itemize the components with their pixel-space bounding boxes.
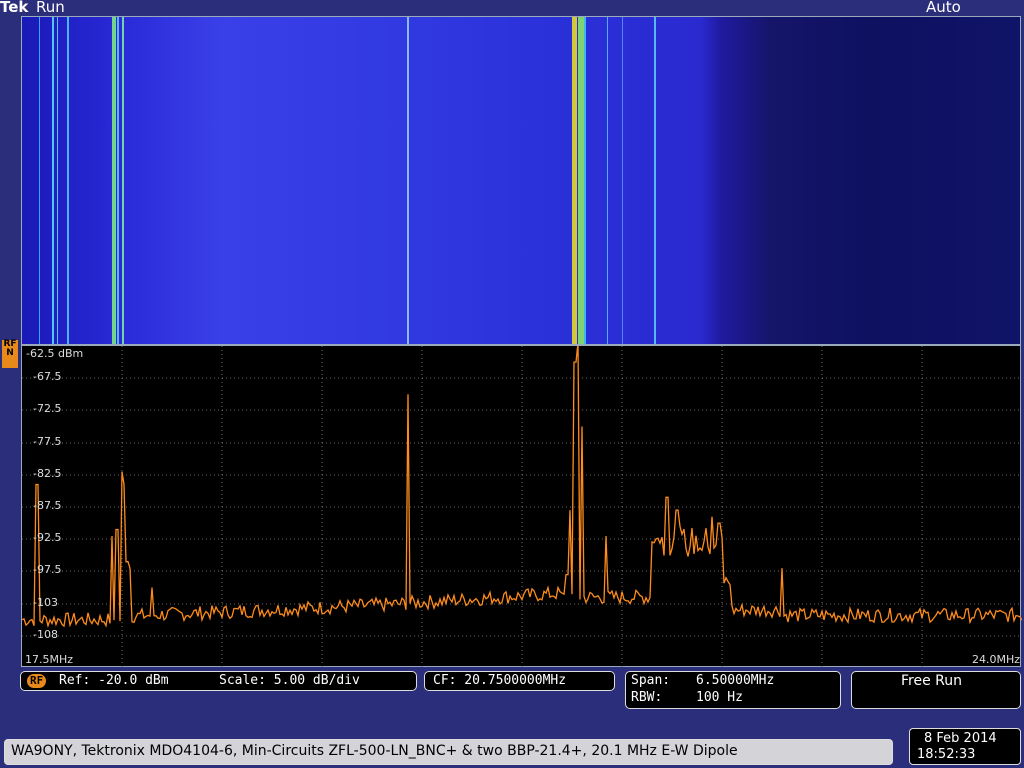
date-time-display: 8 Feb 2014 18:52:33 bbox=[909, 728, 1021, 765]
waterfall-signal-line bbox=[117, 17, 119, 344]
y-tick-label: -67.5 bbox=[33, 370, 62, 384]
trigger-mode[interactable]: Auto bbox=[926, 0, 961, 16]
center-frequency-readout[interactable]: CF: 20.7500000MHz bbox=[424, 671, 615, 691]
span-value: 6.50000MHz bbox=[696, 673, 775, 688]
cf-readout: CF: 20.7500000MHz bbox=[433, 673, 567, 688]
waterfall-signal-line bbox=[122, 17, 124, 344]
waterfall-signal-line bbox=[578, 17, 584, 344]
span-label: Span: bbox=[631, 673, 671, 688]
y-tick-label: -87.5 bbox=[33, 499, 62, 512]
acquisition-mode[interactable]: Free Run bbox=[851, 671, 1021, 709]
top-status-bar: Tek Run Auto bbox=[0, 0, 1024, 16]
spectrogram-waterfall[interactable] bbox=[21, 16, 1021, 345]
rf-badge: RF bbox=[27, 674, 47, 688]
ref-readout: Ref: -20.0 dBm bbox=[59, 673, 169, 688]
waterfall-signal-line bbox=[607, 17, 608, 344]
date: 8 Feb 2014 bbox=[924, 731, 997, 746]
annotation-note: WA9ONY, Tektronix MDO4104-6, Min-Circuit… bbox=[4, 739, 893, 765]
waterfall-signal-line bbox=[622, 17, 623, 344]
span-rbw-readout[interactable]: Span: 6.50000MHz RBW: 100 Hz bbox=[625, 671, 841, 709]
waterfall-signal-line bbox=[584, 17, 586, 344]
brand-logo: Tek bbox=[0, 0, 29, 16]
spectrum-graticule bbox=[22, 346, 1022, 668]
scale-readout: Scale: 5.00 dB/div bbox=[219, 673, 360, 688]
y-tick-label: -72.5 bbox=[33, 402, 62, 416]
waterfall-lines bbox=[39, 17, 656, 344]
y-tick-label: -77.5 bbox=[33, 434, 62, 448]
waterfall-signal-line bbox=[407, 17, 409, 344]
waterfall-signal-line bbox=[572, 17, 577, 344]
waterfall-signal-line bbox=[52, 17, 54, 344]
waterfall-signal-line bbox=[654, 17, 656, 344]
stop-frequency: 24.0MHz bbox=[972, 653, 1021, 666]
waterfall-signal-line bbox=[67, 17, 69, 344]
rbw-label: RBW: bbox=[631, 690, 663, 705]
y-tick-label: -82.5 bbox=[33, 466, 62, 480]
run-status[interactable]: Run bbox=[36, 0, 65, 16]
y-tick-label: -108 bbox=[33, 627, 58, 641]
time: 18:52:33 bbox=[917, 747, 976, 762]
waterfall-signal-line bbox=[112, 17, 116, 344]
y-tick-label: -97.5 bbox=[33, 563, 62, 577]
y-tick-label: -92.5 bbox=[33, 531, 62, 545]
y-tick-label: -103 bbox=[33, 595, 58, 609]
waterfall-signal-line bbox=[39, 17, 40, 344]
acq-mode-label: Free Run bbox=[901, 673, 963, 689]
rbw-value: 100 Hz bbox=[696, 690, 743, 705]
ref-level-label: -62.5 dBm bbox=[26, 347, 84, 360]
waterfall-signal-line bbox=[57, 17, 58, 344]
spectrum-display[interactable] bbox=[21, 345, 1022, 668]
start-frequency: 17.5MHz bbox=[25, 653, 74, 666]
reference-level-marker[interactable]: RF N bbox=[2, 340, 18, 368]
ref-scale-readout[interactable]: RF Ref: -20.0 dBm Scale: 5.00 dB/div bbox=[20, 671, 417, 691]
